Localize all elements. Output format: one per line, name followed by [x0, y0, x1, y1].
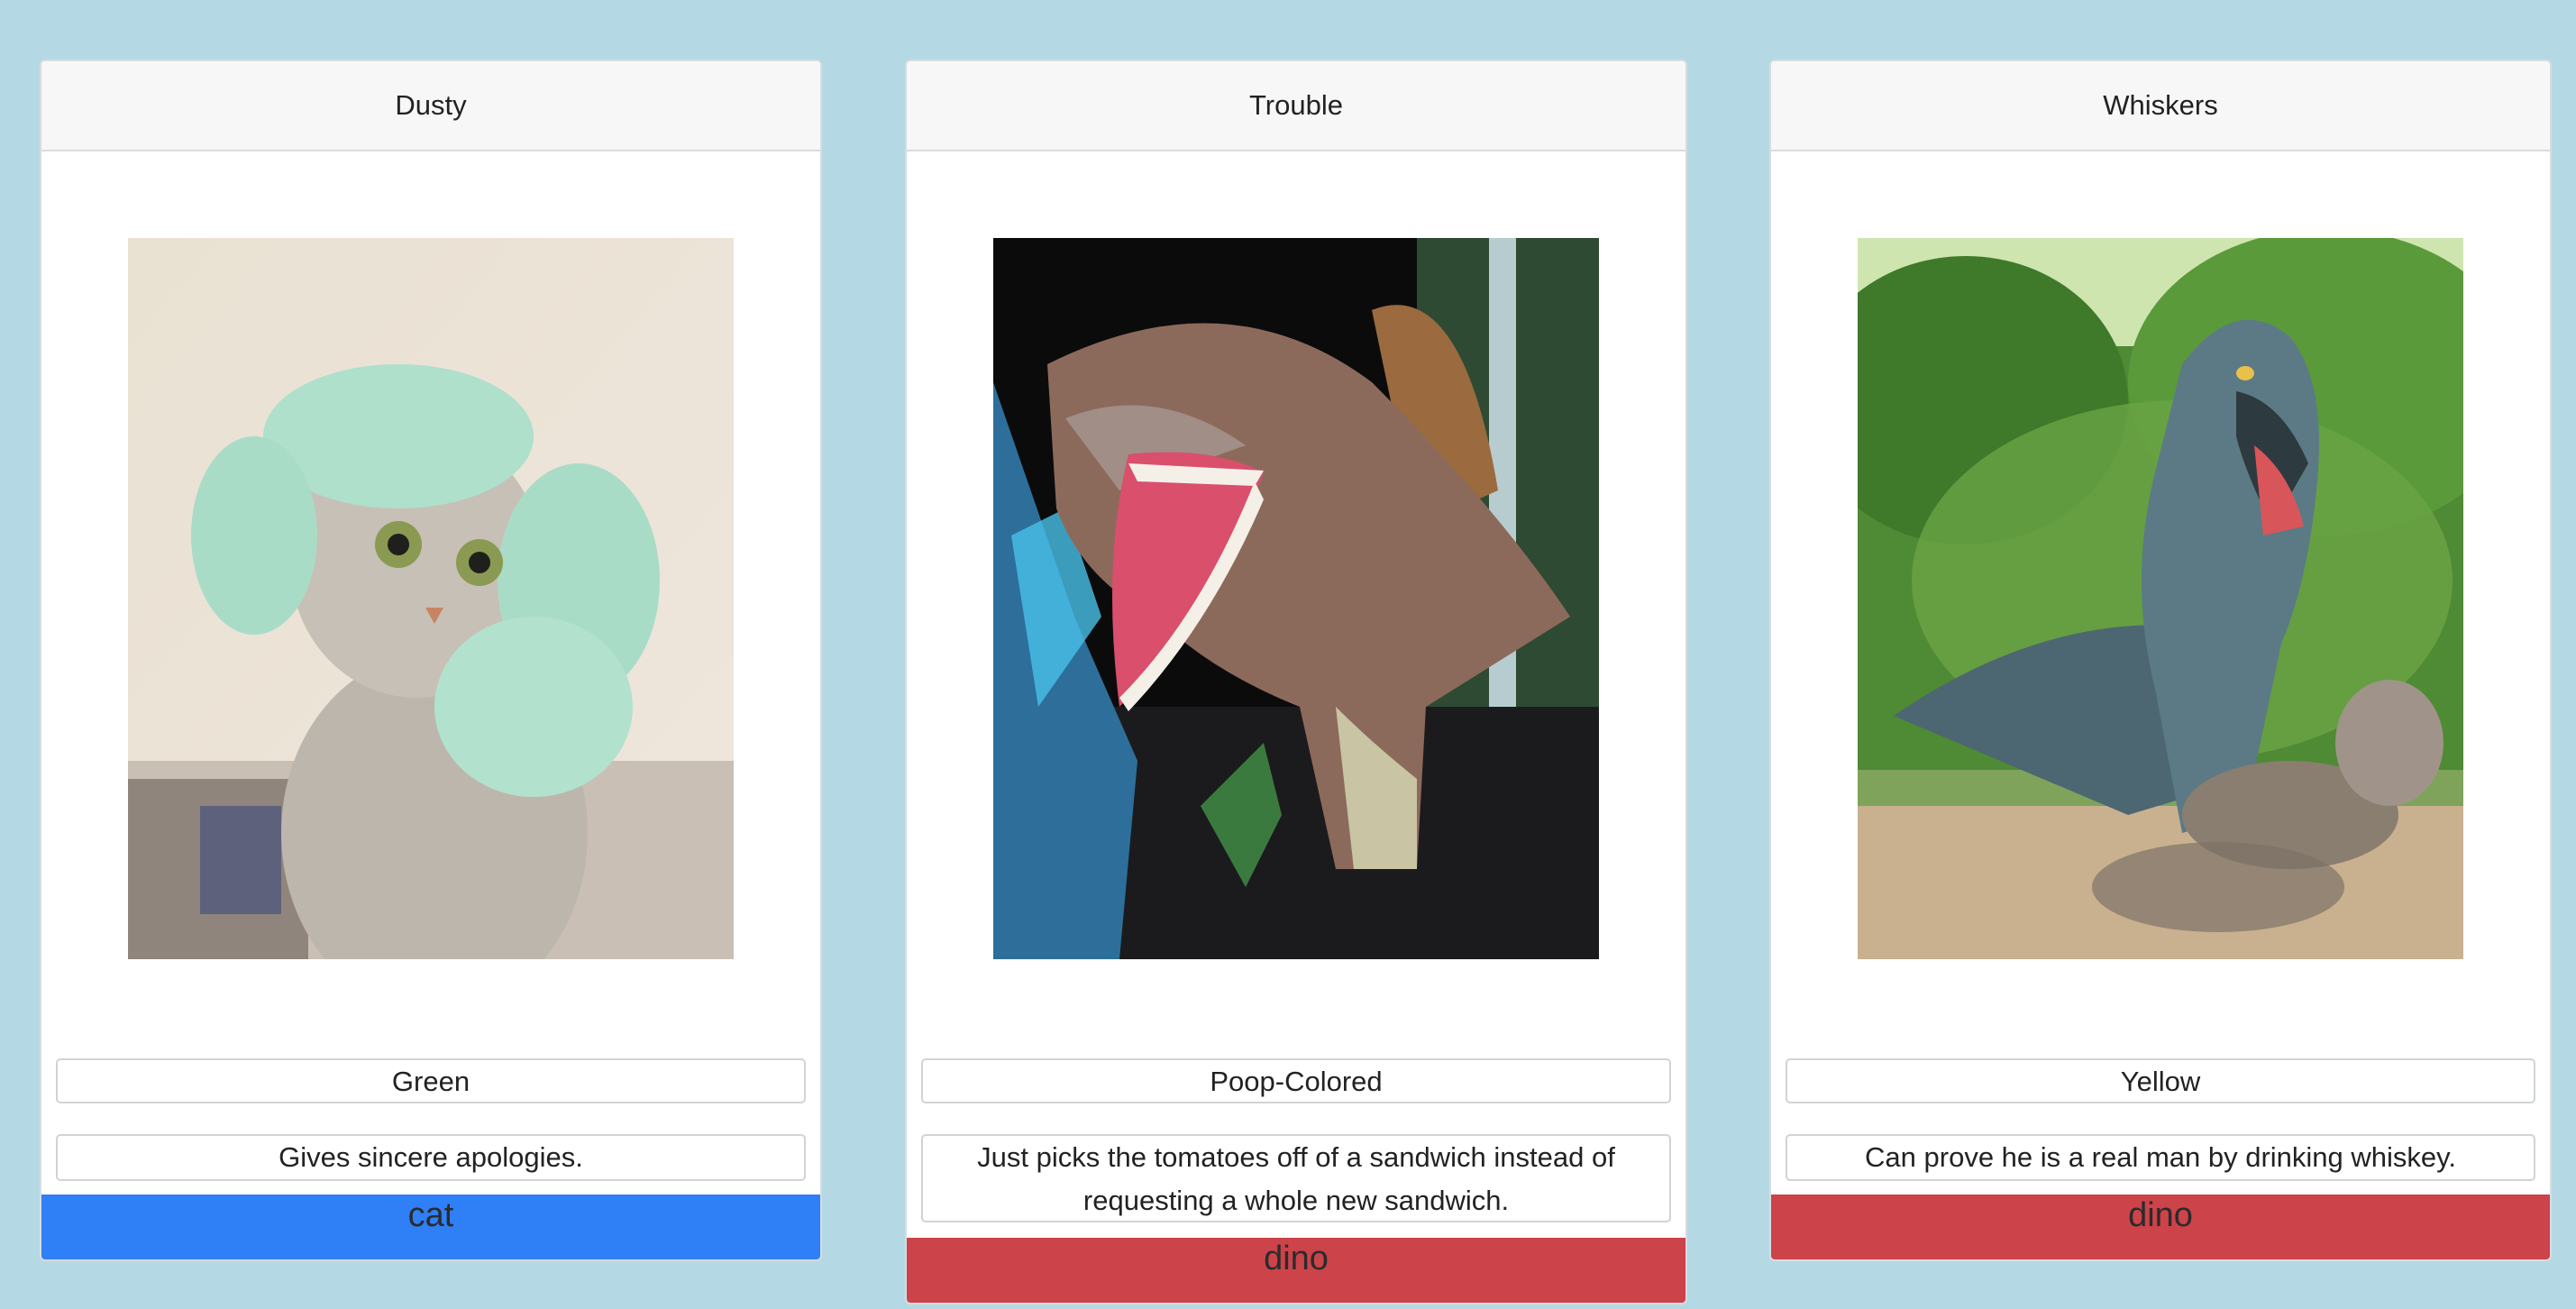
pet-type-button[interactable]: cat — [41, 1195, 820, 1259]
pet-card: Trouble Poop-Colored Just picks the toma… — [905, 60, 1687, 1304]
dino-image — [993, 238, 1599, 959]
pet-color-field[interactable]: Yellow — [1786, 1058, 2535, 1103]
pet-type-button[interactable]: dino — [907, 1238, 1685, 1303]
pet-photo — [1858, 238, 2463, 959]
card-body — [907, 151, 1685, 1055]
cat-image — [128, 238, 734, 959]
pet-card: Dusty Green Gives sincere apologies. cat — [40, 60, 822, 1261]
card-body — [1771, 151, 2550, 1055]
pet-description-field[interactable]: Gives sincere apologies. — [56, 1134, 806, 1181]
pet-card: Whiskers Yellow Can prove he is a real m… — [1769, 60, 2552, 1261]
pet-color-field[interactable]: Poop-Colored — [921, 1058, 1671, 1103]
pet-gallery: Dusty Green Gives sincere apologies. cat… — [0, 0, 2576, 1309]
card-body — [41, 151, 820, 1055]
pet-name: Dusty — [41, 61, 820, 151]
pet-type-button[interactable]: dino — [1771, 1195, 2550, 1259]
pet-description-field[interactable]: Can prove he is a real man by drinking w… — [1786, 1134, 2535, 1181]
pet-name: Whiskers — [1771, 61, 2550, 151]
pet-description-field[interactable]: Just picks the tomatoes off of a sandwic… — [921, 1134, 1671, 1222]
pet-photo — [128, 238, 734, 959]
pet-name: Trouble — [907, 61, 1685, 151]
pet-color-field[interactable]: Green — [56, 1058, 806, 1103]
pet-photo — [993, 238, 1599, 959]
dino-image — [1858, 238, 2463, 959]
